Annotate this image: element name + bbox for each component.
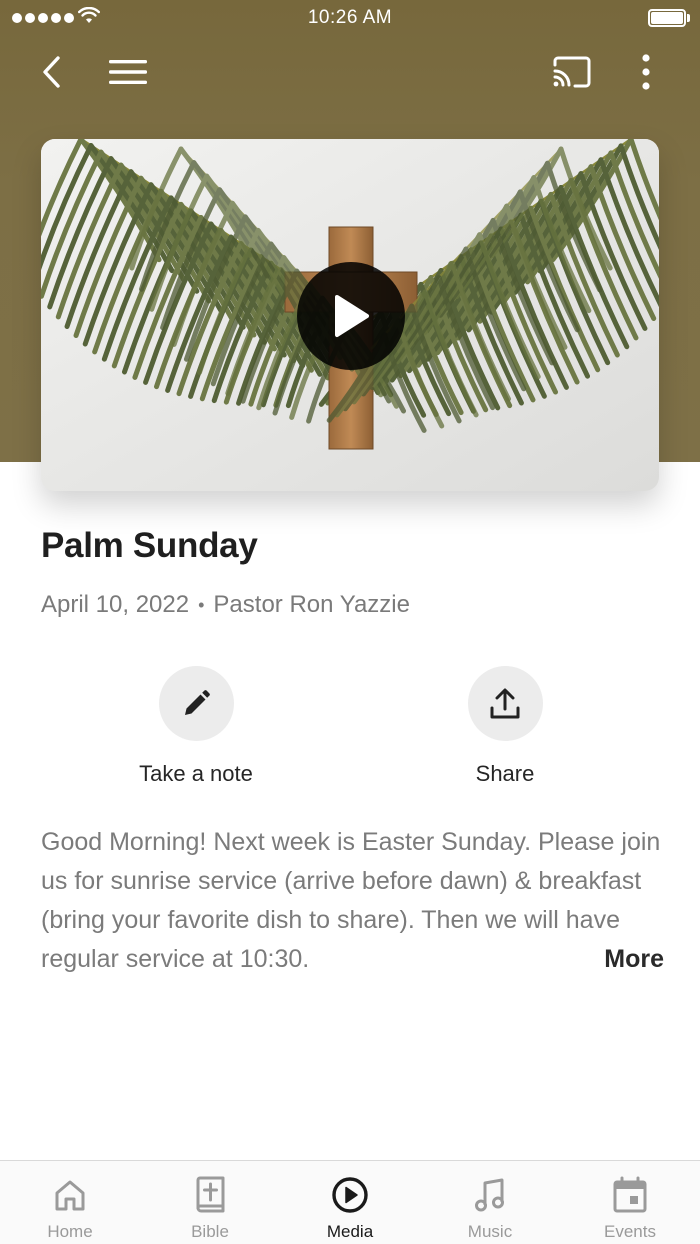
share-label: Share (475, 761, 535, 786)
tab-music-label: Music (467, 1222, 513, 1241)
sermon-speaker: Pastor Ron Yazzie (213, 591, 410, 618)
description-fade (530, 940, 590, 979)
take-note-button[interactable] (158, 666, 234, 741)
chevron-left-icon (43, 56, 60, 88)
tab-media[interactable]: Media (280, 1161, 420, 1244)
status-bar: 10:26 AM (0, 0, 700, 36)
tab-bible-label: Bible (191, 1222, 229, 1241)
more-options-button[interactable] (622, 48, 670, 96)
tab-events[interactable]: Events (560, 1161, 700, 1244)
share-button[interactable] (467, 666, 543, 741)
more-vertical-icon (642, 54, 650, 90)
sermon-title: Palm Sunday (41, 526, 258, 565)
take-note-label: Take a note (139, 761, 253, 786)
tab-home-label: Home (47, 1222, 93, 1241)
hamburger-icon (109, 60, 147, 84)
more-link[interactable]: More (584, 940, 664, 979)
sermon-meta: April 10, 2022 • Pastor Ron Yazzie (41, 591, 410, 619)
tab-events-label: Events (604, 1222, 656, 1241)
battery-icon (648, 9, 690, 27)
cast-button[interactable] (548, 48, 596, 96)
meta-separator: • (198, 594, 205, 615)
tab-media-label: Media (326, 1222, 374, 1241)
take-note-action[interactable]: Take a note (106, 666, 286, 787)
menu-button[interactable] (104, 48, 152, 96)
home-icon (55, 1180, 85, 1211)
tab-music[interactable]: Music (420, 1161, 560, 1244)
share-icon (490, 688, 520, 718)
play-button[interactable] (297, 262, 405, 370)
bible-icon (196, 1176, 225, 1213)
play-icon (335, 295, 369, 337)
tab-bar: Home Bible Media Music Events (0, 1160, 700, 1244)
status-time: 10:26 AM (307, 7, 393, 28)
calendar-icon (613, 1176, 647, 1213)
video-thumbnail[interactable] (41, 139, 659, 491)
share-action[interactable]: Share (415, 666, 595, 787)
tab-home[interactable]: Home (0, 1161, 140, 1244)
music-note-icon (475, 1178, 504, 1212)
back-button[interactable] (28, 48, 76, 96)
sermon-date: April 10, 2022 (41, 591, 190, 618)
tab-bible[interactable]: Bible (140, 1161, 280, 1244)
play-circle-icon (332, 1177, 368, 1213)
pencil-icon (185, 689, 210, 715)
cast-icon (553, 56, 591, 88)
